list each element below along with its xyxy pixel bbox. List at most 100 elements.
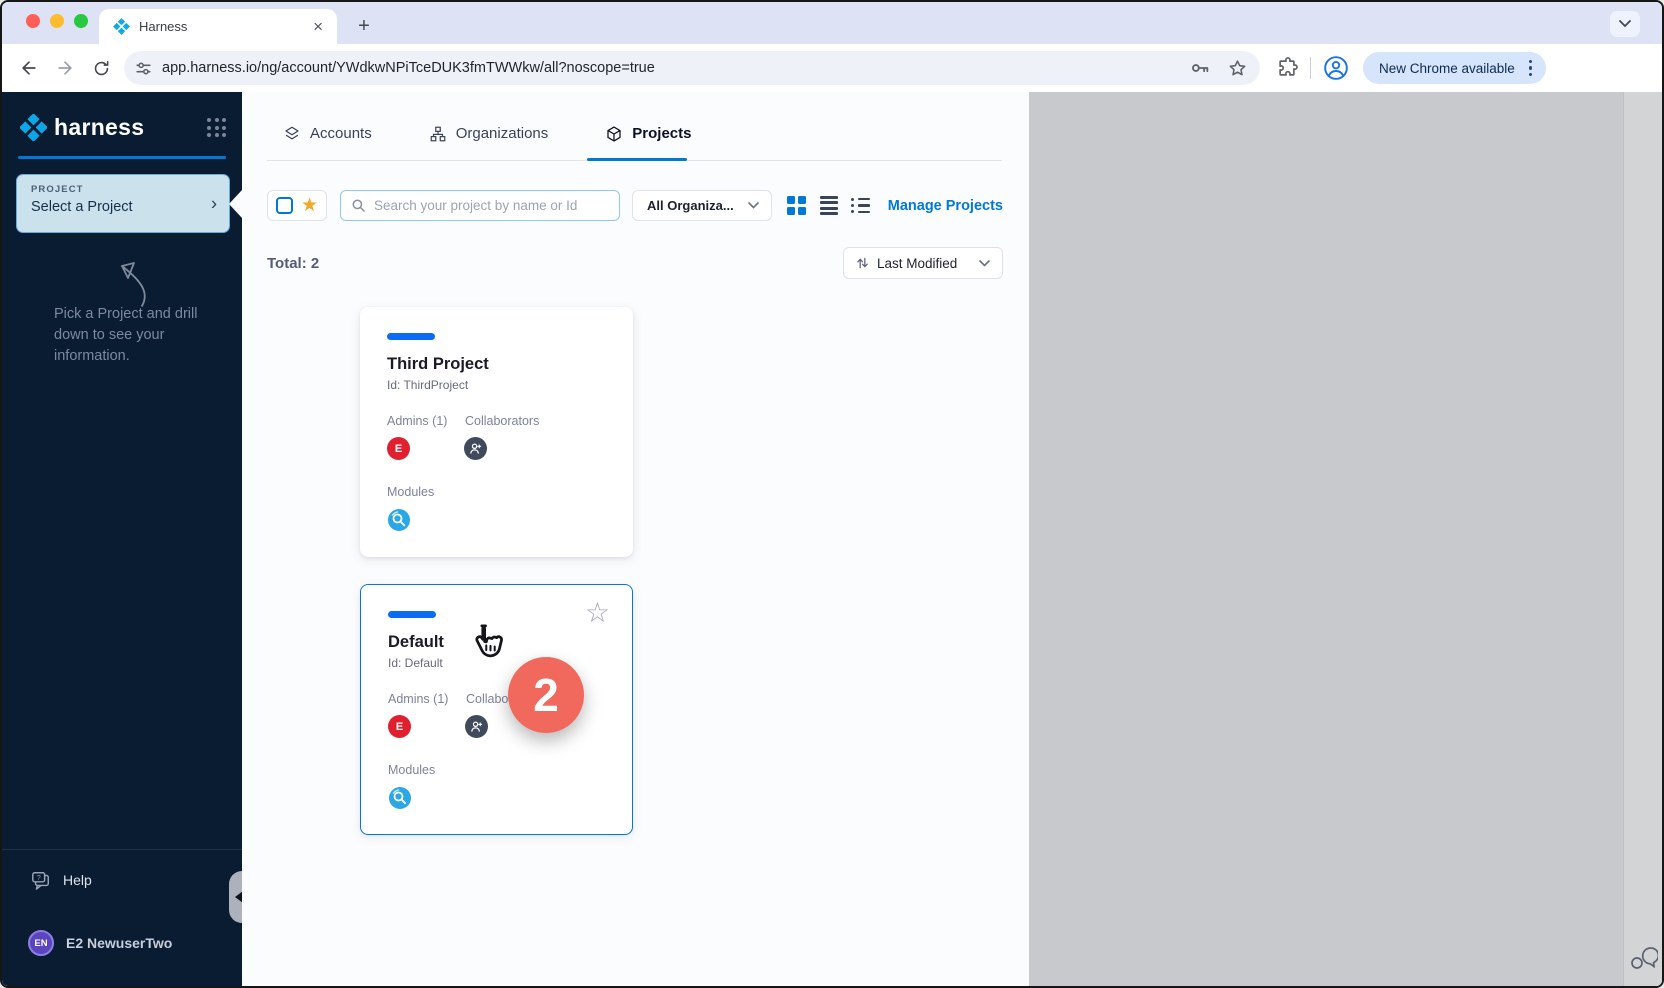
list-view-button[interactable] bbox=[820, 196, 838, 215]
person-plus-icon bbox=[469, 442, 482, 455]
project-selector[interactable]: PROJECT Select a Project › bbox=[16, 174, 230, 233]
project-id: Id: Default bbox=[388, 656, 443, 670]
chat-bubbles-icon[interactable] bbox=[1628, 944, 1658, 972]
compact-view-button[interactable] bbox=[851, 198, 870, 214]
profile-avatar-icon[interactable] bbox=[1323, 55, 1349, 81]
project-title: Default bbox=[388, 633, 444, 652]
help-chat-icon: ? bbox=[30, 870, 52, 890]
tab-projects[interactable]: Projects bbox=[605, 107, 691, 160]
close-window-button[interactable] bbox=[26, 14, 40, 28]
filter-row: ★ All Organiza... Manage Projects bbox=[267, 190, 1003, 221]
total-count: Total: 2 bbox=[267, 255, 319, 272]
modules-label: Modules bbox=[387, 485, 434, 499]
user-avatar: EN bbox=[28, 930, 54, 956]
results-row: Total: 2 Last Modified bbox=[267, 247, 1003, 279]
new-tab-button[interactable]: + bbox=[350, 12, 378, 40]
sidebar: harness PROJECT Select a Project › Pick … bbox=[2, 92, 242, 986]
annotation-step-badge: 2 bbox=[508, 657, 584, 733]
chevron-down-icon bbox=[979, 260, 990, 267]
password-key-icon[interactable] bbox=[1189, 57, 1211, 79]
sort-value: Last Modified bbox=[877, 256, 979, 271]
organization-filter-dropdown[interactable]: All Organiza... bbox=[632, 190, 772, 221]
svg-text:?: ? bbox=[37, 873, 41, 882]
favorites-filter: ★ bbox=[267, 190, 327, 221]
search-input[interactable] bbox=[374, 198, 609, 213]
manage-projects-link[interactable]: Manage Projects bbox=[888, 198, 1003, 214]
browser-tab[interactable]: Harness × bbox=[99, 9, 337, 44]
user-name: E2 NewuserTwo bbox=[66, 935, 172, 951]
minimize-window-button[interactable] bbox=[50, 14, 64, 28]
scope-tabs: Accounts Organizations Projects bbox=[267, 107, 1002, 161]
admin-avatar[interactable]: E bbox=[388, 715, 411, 738]
window-controls bbox=[26, 14, 88, 28]
forward-button[interactable] bbox=[50, 53, 80, 83]
collaborator-avatar[interactable] bbox=[465, 715, 488, 738]
harness-favicon bbox=[113, 18, 130, 35]
collaborators-label: Collaborators bbox=[465, 414, 539, 428]
project-selector-label: PROJECT bbox=[31, 184, 215, 195]
chaos-module-icon[interactable] bbox=[388, 786, 412, 810]
desktop-backdrop bbox=[1029, 92, 1623, 986]
reload-button[interactable] bbox=[86, 53, 116, 83]
chrome-update-chip[interactable]: New Chrome available bbox=[1363, 52, 1546, 84]
tab-search-button[interactable] bbox=[1610, 11, 1640, 37]
address-bar[interactable]: app.harness.io/ng/account/YWdkwNPiTceDUK… bbox=[124, 51, 1260, 85]
project-card-third-project[interactable]: Third Project Id: ThirdProject Admins (1… bbox=[360, 307, 633, 557]
chrome-update-label: New Chrome available bbox=[1379, 61, 1515, 76]
bookmark-star-icon[interactable] bbox=[1227, 58, 1248, 79]
help-label: Help bbox=[63, 872, 92, 888]
right-strip bbox=[1623, 92, 1664, 986]
tab-organizations-label: Organizations bbox=[456, 125, 549, 142]
tab-organizations[interactable]: Organizations bbox=[429, 107, 549, 160]
user-account-button[interactable]: EN E2 NewuserTwo bbox=[28, 930, 172, 956]
app-area: harness PROJECT Select a Project › Pick … bbox=[2, 92, 1662, 986]
chaos-module-icon[interactable] bbox=[387, 508, 411, 532]
favorites-star-icon[interactable]: ★ bbox=[301, 196, 318, 215]
tab-strip: Harness × + bbox=[2, 2, 1662, 44]
project-search[interactable] bbox=[340, 190, 620, 221]
project-card-default[interactable]: Default Id: Default Admins (1) Collabora… bbox=[360, 584, 633, 835]
project-selector-value: Select a Project bbox=[31, 199, 215, 215]
project-card-list: Third Project Id: ThirdProject Admins (1… bbox=[360, 307, 633, 835]
reload-icon bbox=[92, 59, 111, 78]
help-button[interactable]: ? Help bbox=[30, 870, 92, 890]
project-color-bar bbox=[388, 611, 436, 618]
admins-label: Admins (1) bbox=[387, 414, 447, 428]
sort-arrows-icon bbox=[856, 256, 869, 270]
favorites-checkbox[interactable] bbox=[276, 197, 293, 214]
close-tab-icon[interactable]: × bbox=[309, 17, 327, 37]
admins-label: Admins (1) bbox=[388, 692, 448, 706]
favorite-project-star-icon[interactable]: ☆ bbox=[585, 599, 610, 627]
sort-dropdown[interactable]: Last Modified bbox=[843, 247, 1003, 279]
tab-projects-label: Projects bbox=[632, 125, 691, 142]
chevron-down-icon bbox=[748, 202, 759, 209]
toolbar-right: New Chrome available bbox=[1276, 52, 1560, 84]
doodle-arrow-icon bbox=[98, 250, 156, 312]
admin-avatar[interactable]: E bbox=[387, 437, 410, 460]
back-arrow-icon bbox=[19, 58, 39, 78]
module-switcher-icon[interactable] bbox=[207, 118, 226, 137]
url-text[interactable]: app.harness.io/ng/account/YWdkwNPiTceDUK… bbox=[162, 60, 1189, 76]
hand-cursor-icon bbox=[465, 621, 509, 669]
sidebar-bottom-divider bbox=[2, 849, 242, 850]
maximize-window-button[interactable] bbox=[74, 14, 88, 28]
accounts-icon bbox=[283, 125, 301, 143]
tab-title: Harness bbox=[139, 19, 309, 34]
modules-label: Modules bbox=[388, 763, 435, 777]
toolbar-separator bbox=[1310, 57, 1311, 79]
main-content: Accounts Organizations Projects ★ bbox=[242, 92, 1029, 986]
harness-logo-icon bbox=[20, 114, 47, 141]
project-id: Id: ThirdProject bbox=[387, 378, 468, 392]
tab-accounts[interactable]: Accounts bbox=[283, 107, 372, 160]
back-button[interactable] bbox=[14, 53, 44, 83]
extensions-puzzle-icon[interactable] bbox=[1276, 57, 1298, 79]
grid-view-button[interactable] bbox=[787, 196, 806, 215]
tab-accounts-label: Accounts bbox=[310, 125, 372, 142]
collaborator-avatar[interactable] bbox=[464, 437, 487, 460]
site-info-icon[interactable] bbox=[134, 59, 153, 78]
person-plus-icon bbox=[470, 720, 483, 733]
browser-menu-icon[interactable] bbox=[1525, 60, 1536, 76]
project-color-bar bbox=[387, 333, 435, 340]
selection-notch bbox=[229, 190, 242, 218]
projects-icon bbox=[605, 125, 623, 143]
